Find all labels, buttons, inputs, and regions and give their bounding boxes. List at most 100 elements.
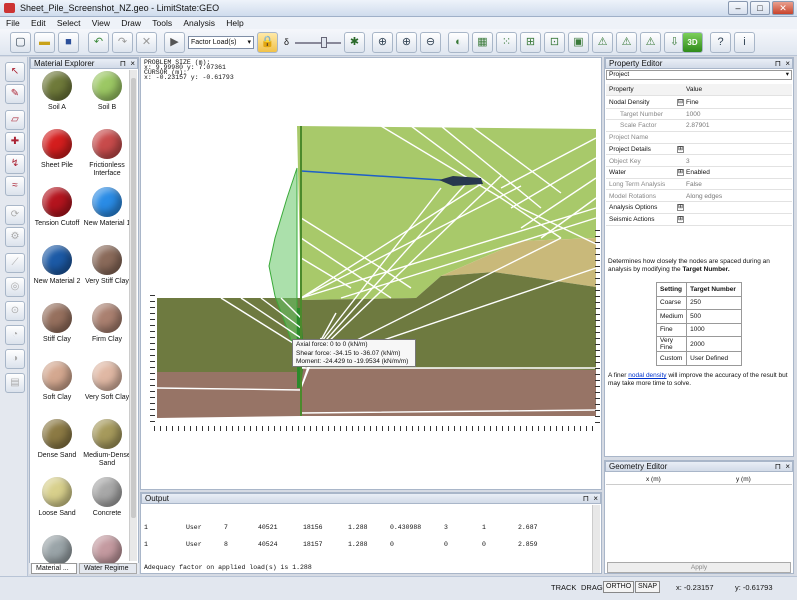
clay-right-region[interactable]: [301, 368, 596, 416]
pin-icon[interactable]: ⊓: [583, 494, 589, 503]
expand-icon[interactable]: ⊞: [677, 145, 684, 153]
output-scrollbar[interactable]: [592, 505, 600, 573]
material-item[interactable]: Frictionless Interface: [82, 129, 132, 178]
property-row[interactable]: Model Rotations Along edges: [606, 191, 792, 203]
save-icon[interactable]: ■: [58, 32, 79, 53]
material-item[interactable]: Tension Cutoff: [32, 187, 82, 228]
show-solids-icon[interactable]: ▣: [568, 32, 589, 53]
slider-thumb[interactable]: [321, 37, 327, 48]
material-item[interactable]: Very Soft Clay: [82, 361, 132, 402]
grid-icon[interactable]: ▦: [472, 32, 493, 53]
info-icon[interactable]: i: [734, 32, 755, 53]
material-item[interactable]: New Material 2: [32, 245, 82, 286]
add-water-icon[interactable]: ≈: [5, 176, 25, 196]
add-vertex-icon[interactable]: ✚: [5, 132, 25, 152]
animation-slider[interactable]: [295, 42, 341, 44]
delete-icon[interactable]: ✕: [136, 32, 157, 53]
expand-icon[interactable]: ⊟: [677, 99, 684, 106]
maximize-button[interactable]: □: [750, 1, 770, 15]
clay-left-region[interactable]: [157, 372, 301, 418]
load-factor-select[interactable]: Factor Load(s) ▾: [188, 36, 254, 49]
snap-grid-icon[interactable]: ⁙: [496, 32, 517, 53]
zoom-fit-icon[interactable]: ⊕: [372, 32, 393, 53]
rotate-icon[interactable]: ⟳: [5, 205, 25, 225]
expand-icon[interactable]: ⊞: [677, 216, 684, 223]
solve-play-icon[interactable]: ▶: [164, 32, 185, 53]
property-row[interactable]: Water ⊞ Enabled: [606, 167, 792, 179]
settings-gear-icon[interactable]: ⚙: [5, 227, 25, 247]
show-loads-icon[interactable]: ⚠: [592, 32, 613, 53]
3d-view-icon[interactable]: 3D: [682, 32, 703, 53]
new-file-icon[interactable]: ▢: [10, 32, 31, 53]
menu-draw[interactable]: Draw: [121, 18, 141, 28]
nodal-density-link[interactable]: nodal density: [628, 372, 666, 379]
material-item[interactable]: Soft Clay: [32, 361, 82, 402]
property-row[interactable]: Object Key 3: [606, 156, 792, 167]
pin-icon[interactable]: ⊓: [120, 59, 126, 68]
snap-toggle[interactable]: SNAP: [635, 581, 661, 593]
material-item[interactable]: Dense Sand: [32, 419, 82, 460]
pin-icon[interactable]: ⊓: [775, 462, 781, 471]
close-icon[interactable]: ×: [130, 59, 135, 68]
draw-boundary-icon[interactable]: ◐: [448, 32, 469, 53]
show-water-icon[interactable]: ⚠: [616, 32, 637, 53]
help-icon[interactable]: ?: [710, 32, 731, 53]
property-row[interactable]: Analysis Options ⊞: [606, 202, 792, 214]
draw-line-icon[interactable]: ✎: [5, 84, 25, 104]
zoom-out-icon[interactable]: ⊖: [420, 32, 441, 53]
close-icon[interactable]: ×: [785, 59, 790, 68]
material-item[interactable]: Soil A: [32, 71, 82, 112]
material-item[interactable]: Soil B: [82, 71, 132, 112]
close-icon[interactable]: ×: [593, 494, 598, 503]
wall-icon[interactable]: ◑: [5, 349, 25, 369]
menu-view[interactable]: View: [92, 18, 110, 28]
zoom-in-icon[interactable]: ⊕: [396, 32, 417, 53]
expand-icon[interactable]: ⊞: [677, 204, 684, 212]
redo-icon[interactable]: ↷: [112, 32, 133, 53]
material-item[interactable]: New Material 1: [82, 187, 132, 228]
animate-icon[interactable]: ✱: [344, 32, 365, 53]
show-nodes-icon[interactable]: ⊞: [520, 32, 541, 53]
anchor-icon[interactable]: ⊙: [5, 301, 25, 321]
undo-icon[interactable]: ↶: [88, 32, 109, 53]
ortho-toggle[interactable]: ORTHO: [603, 581, 635, 593]
property-row[interactable]: Project Details ⊞: [606, 144, 792, 156]
track-toggle[interactable]: TRACK: [551, 583, 576, 592]
open-folder-icon[interactable]: ▬: [34, 32, 55, 53]
material-item[interactable]: Medium-Dense Sand: [82, 419, 132, 468]
tab-water-regime[interactable]: Water Regime ...: [79, 563, 137, 581]
geogrid-icon[interactable]: ▤: [5, 373, 25, 393]
tab-material[interactable]: Material ...: [31, 563, 77, 574]
menu-analysis[interactable]: Analysis: [183, 18, 215, 28]
pile-icon[interactable]: ◔: [5, 325, 25, 345]
expand-icon[interactable]: ⊞: [677, 169, 684, 177]
property-row[interactable]: Scale Factor 2.87901: [606, 120, 792, 132]
material-item[interactable]: Sheet Pile: [32, 129, 82, 170]
menu-help[interactable]: Help: [226, 18, 243, 28]
scrollbar-thumb[interactable]: [131, 78, 136, 518]
menu-file[interactable]: File: [6, 18, 20, 28]
material-item[interactable]: Firm Clay: [82, 303, 132, 344]
property-row[interactable]: Project Name: [606, 132, 792, 144]
rebar-icon[interactable]: ◎: [5, 277, 25, 297]
drawing-canvas[interactable]: PROBLEM SIZE (m): x: 9.99980 y: 7.07361 …: [140, 57, 602, 490]
show-lines-icon[interactable]: ⊡: [544, 32, 565, 53]
close-icon[interactable]: ×: [785, 462, 790, 471]
property-row[interactable]: Seismic Actions ⊞: [606, 214, 792, 226]
select-tool-icon[interactable]: ↖: [5, 62, 25, 82]
material-item[interactable]: Concrete: [82, 477, 132, 518]
material-item[interactable]: Loose Sand: [32, 477, 82, 518]
add-load-icon[interactable]: ↯: [5, 154, 25, 174]
menu-tools[interactable]: Tools: [152, 18, 172, 28]
lock-icon[interactable]: 🔒: [257, 32, 278, 53]
show-mechanism-icon[interactable]: ⚠: [640, 32, 661, 53]
pin-icon[interactable]: ⊓: [775, 59, 781, 68]
property-row[interactable]: Nodal Density ⊟ Fine: [606, 97, 792, 109]
menu-edit[interactable]: Edit: [31, 18, 46, 28]
property-row[interactable]: Target Number 1000: [606, 109, 792, 121]
property-row[interactable]: Long Term Analysis False: [606, 179, 792, 191]
close-button[interactable]: ✕: [772, 1, 794, 15]
drag-toggle[interactable]: DRAG: [581, 583, 603, 592]
menu-select[interactable]: Select: [57, 18, 81, 28]
material-scrollbar[interactable]: [129, 70, 137, 561]
